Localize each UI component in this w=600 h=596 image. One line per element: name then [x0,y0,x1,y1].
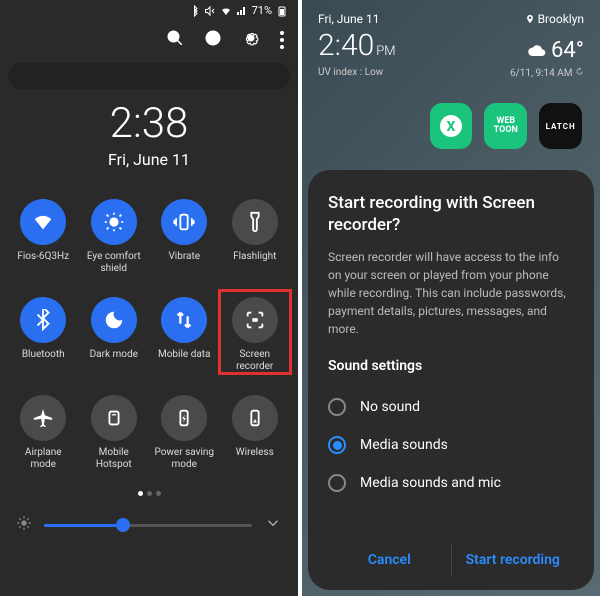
hotspot-icon [91,395,137,441]
status-bar: 71% [0,0,298,21]
tile-eye-comfort[interactable]: Eye comfort shield [79,195,150,287]
tile-hotspot[interactable]: Mobile Hotspot [79,391,150,483]
dialog-body: Screen recorder will have access to the … [328,248,574,338]
quick-tiles-grid: Fios-6Q3Hz Eye comfort shield Vibrate Flash… [0,195,298,483]
tile-label: Fios-6Q3Hz [17,251,69,263]
start-recording-button[interactable]: Start recording [452,544,575,576]
wifi-icon [220,5,232,17]
home-apps: X WEBTOON LATCH [302,87,600,165]
tile-label: Wireless [236,447,274,459]
screen-recorder-dialog: Start recording with Screen recorder? Sc… [308,170,594,590]
app-icon[interactable] [375,103,418,149]
search-icon[interactable] [166,29,184,51]
battery-text: 71% [252,4,272,17]
refresh-icon [575,67,584,76]
bluetooth-icon [20,297,66,343]
quick-settings-toolbar [0,21,298,63]
dialog-title: Start recording with Screen recorder? [328,192,574,236]
radio-option[interactable]: Media sounds [328,426,574,464]
brightness-slider[interactable] [44,524,252,527]
tile-label: Dark mode [90,349,138,361]
highlight-box [218,289,292,375]
uv-text: UV index : Low [318,67,383,79]
phone-right: Fri, June 11 Brooklyn 2:40PM 64° UV inde… [302,0,600,596]
weather: 64° [527,38,584,63]
app-icon[interactable] [320,103,363,149]
more-icon[interactable] [280,31,284,49]
clock: 2:38 Fri, June 11 [0,99,298,169]
tile-label: Flashlight [233,251,276,263]
app-icon[interactable]: WEBTOON [484,103,527,149]
airplane-icon [20,395,66,441]
updated-text: 6/11, 9:14 AM [510,67,584,79]
location: Brooklyn [525,12,584,26]
notification-placeholder [8,63,290,89]
tile-label: Vibrate [168,251,200,263]
radio-label: Media sounds and mic [360,475,501,491]
chevron-down-icon[interactable] [264,514,282,536]
bluetooth-icon [188,5,200,17]
radio-icon [328,436,346,454]
eye-comfort-icon [91,199,137,245]
tile-label: Eye comfort shield [82,251,146,275]
dialog-actions: Cancel Start recording [328,530,574,576]
home-date: Fri, June 11 [318,12,380,26]
radio-icon [328,474,346,492]
svg-text:X: X [447,119,456,135]
tile-label: Bluetooth [22,349,65,361]
clock-time: 2:38 [0,99,298,148]
radio-option[interactable]: Media sounds and mic [328,464,574,502]
tile-label: Mobile data [158,349,211,361]
tile-mobile-data[interactable]: Mobile data [149,293,220,385]
brightness-row [0,496,298,546]
sound-settings-heading: Sound settings [328,358,574,374]
app-icon[interactable]: LATCH [539,103,582,149]
power-saving-icon [161,395,207,441]
tile-label: Mobile Hotspot [82,447,146,471]
home-status: Fri, June 11 Brooklyn 2:40PM 64° UV inde… [302,0,600,87]
dark-mode-icon [91,297,137,343]
mobile-data-icon [161,297,207,343]
radio-label: No sound [360,399,420,415]
cloud-icon [527,41,547,61]
radio-label: Media sounds [360,437,448,453]
tile-power-saving[interactable]: Power saving mode [149,391,220,483]
tile-screen-recorder[interactable]: Screen recorder [220,293,291,385]
tile-bluetooth[interactable]: Bluetooth [8,293,79,385]
clock-date: Fri, June 11 [0,150,298,169]
power-icon[interactable] [204,29,222,51]
tile-label: Power saving mode [152,447,216,471]
tile-dark-mode[interactable]: Dark mode [79,293,150,385]
phone-left: 71% 2:38 Fri, June 11 Fios-6Q3Hz Eye comf… [0,0,298,596]
wireless-icon [232,395,278,441]
mute-icon [204,5,216,17]
brightness-icon [16,515,32,535]
home-time: 2:40PM [318,28,396,63]
tile-vibrate[interactable]: Vibrate [149,195,220,287]
app-icon[interactable]: X [430,103,473,149]
signal-icon [236,5,248,17]
radio-icon [328,398,346,416]
vibrate-icon [161,199,207,245]
tile-airplane[interactable]: Airplane mode [8,391,79,483]
gear-icon[interactable] [242,29,260,51]
tile-wireless[interactable]: Wireless [220,391,291,483]
tile-flashlight[interactable]: Flashlight [220,195,291,287]
flashlight-icon [232,199,278,245]
tile-wifi[interactable]: Fios-6Q3Hz [8,195,79,287]
wifi-icon [20,199,66,245]
cancel-button[interactable]: Cancel [328,544,451,576]
radio-option[interactable]: No sound [328,388,574,426]
tile-label: Airplane mode [11,447,75,471]
location-icon [525,14,535,24]
battery-icon [276,5,288,17]
